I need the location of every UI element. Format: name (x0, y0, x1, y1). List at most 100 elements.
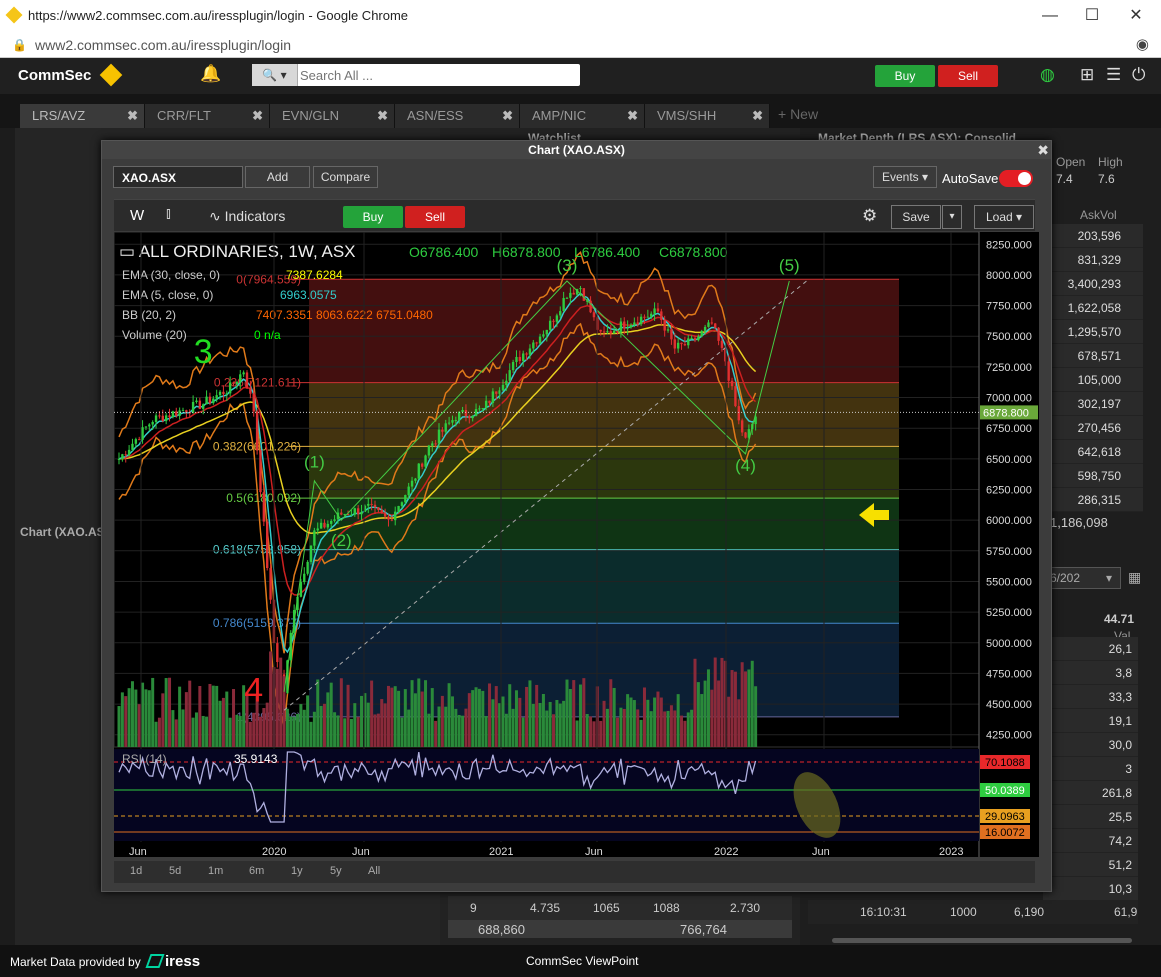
range-6m[interactable]: 6m (249, 865, 264, 877)
minimize-icon[interactable]: — (1030, 4, 1070, 28)
val-cell: 51,2 (1043, 853, 1138, 877)
cell: 1000 (950, 905, 977, 919)
url-text[interactable]: www2.commsec.com.au/iressplugin/login (35, 37, 291, 53)
candle (666, 329, 670, 331)
tab-amp-nic[interactable]: AMP/NIC ✖ (520, 104, 645, 128)
symbol-input[interactable]: XAO.ASX (113, 166, 243, 188)
autosave-toggle[interactable] (999, 170, 1033, 187)
range-1d[interactable]: 1d (130, 865, 142, 877)
volume-bar (619, 707, 623, 747)
y-tick-label: 6750.000 (986, 423, 1032, 435)
close-tab-icon[interactable]: ✖ (127, 108, 138, 124)
add-icon[interactable]: ⊞ (1080, 65, 1094, 85)
indicators-button[interactable]: ∿ Indicators (209, 208, 285, 225)
buy-button[interactable]: Buy (875, 65, 935, 87)
search-input[interactable] (300, 66, 576, 84)
candle (548, 320, 552, 330)
volume-bar (521, 717, 525, 747)
candle (154, 415, 158, 422)
volume-bar (258, 716, 262, 747)
val-cell: 25,5 (1043, 805, 1138, 829)
range-5y[interactable]: 5y (330, 865, 342, 877)
price-chart[interactable]: 0(7964.559)0.236(7121.611)0.382(6601.226… (114, 232, 1039, 857)
eye-icon[interactable]: ◉ (1136, 35, 1149, 53)
candle (360, 511, 363, 515)
events-dropdown[interactable]: Events ▾ (873, 166, 937, 188)
date-field[interactable]: 6/202 ▾ (1043, 567, 1121, 589)
candle (700, 330, 703, 337)
maximize-icon[interactable]: ☐ (1072, 4, 1112, 28)
volume-bar (602, 700, 606, 747)
tab-evn-gln[interactable]: EVN/GLN ✖ (270, 104, 395, 128)
chart-sell-button[interactable]: Sell (405, 206, 465, 228)
candle (191, 402, 195, 413)
volume-bar (666, 710, 670, 747)
new-tab-button[interactable]: + New (778, 106, 818, 122)
candle (158, 415, 161, 417)
add-button[interactable]: Add (245, 166, 310, 188)
close-tab-icon[interactable]: ✖ (752, 108, 763, 124)
tab-asn-ess[interactable]: ASN/ESS ✖ (395, 104, 520, 128)
address-bar[interactable]: 🔒 www2.commsec.com.au/iressplugin/login … (0, 32, 1161, 58)
candle (683, 344, 687, 346)
volume-bar (552, 714, 556, 747)
candlestick-icon[interactable]: ⫾ (166, 205, 171, 222)
open-label: Open (1056, 155, 1086, 169)
tab-lrs-avz[interactable]: LRS/AVZ ✖ (20, 104, 145, 128)
horizontal-scrollbar[interactable] (832, 938, 1132, 943)
close-tab-icon[interactable]: ✖ (502, 108, 513, 124)
val-cell: 33,3 (1043, 685, 1138, 709)
volume-bar (194, 712, 198, 747)
volume-bar (562, 700, 566, 747)
sell-button[interactable]: Sell (938, 65, 998, 87)
compare-button[interactable]: Compare (313, 166, 378, 188)
val-cell: 26,1 (1043, 637, 1138, 661)
askvol-cell: 1,622,058 (1043, 296, 1143, 320)
range-all[interactable]: All (368, 865, 380, 877)
gear-icon[interactable]: ⚙ (862, 206, 877, 226)
candle (707, 322, 710, 327)
close-tab-icon[interactable]: ✖ (252, 108, 263, 124)
save-dropdown-icon[interactable]: ▾ (942, 205, 962, 229)
candle (141, 427, 144, 440)
commsec-logo[interactable]: CommSec (18, 67, 91, 84)
volume-bar (582, 678, 586, 747)
wave-label: 3 (194, 333, 213, 371)
calendar-icon[interactable]: ▦ (1128, 569, 1141, 586)
candle (663, 319, 666, 331)
range-1m[interactable]: 1m (208, 865, 223, 877)
candle (518, 356, 522, 361)
power-icon[interactable]: ⏻ (1132, 65, 1145, 85)
watchlist-row[interactable]: 9 4.735 1065 1088 2.730 (448, 896, 792, 920)
close-tab-icon[interactable]: ✖ (377, 108, 388, 124)
close-tab-icon[interactable]: ✖ (627, 108, 638, 124)
candle (434, 443, 437, 445)
search-icon[interactable]: 🔍 ▾ (252, 64, 298, 86)
volume-bar (592, 721, 596, 747)
volume-bar (636, 709, 640, 747)
bell-icon[interactable]: 🔔 (200, 64, 221, 84)
tab-vms-shh[interactable]: VMS/SHH ✖ (645, 104, 770, 128)
volume-bar (511, 708, 515, 747)
save-button[interactable]: Save (891, 205, 941, 229)
volume-bar (120, 692, 124, 747)
menu-icon[interactable]: ☰ (1106, 65, 1121, 85)
candle (737, 406, 740, 421)
tab-label: VMS/SHH (657, 108, 717, 123)
volume-bar (397, 690, 401, 747)
close-icon[interactable]: ✖ (1037, 142, 1049, 159)
lock-icon[interactable]: 🔒 (12, 38, 27, 52)
volume-bar (525, 686, 529, 747)
range-5d[interactable]: 5d (169, 865, 181, 877)
volume-bar (508, 684, 512, 747)
volume-bar (356, 716, 360, 747)
close-icon[interactable]: ✕ (1116, 4, 1156, 28)
period-selector[interactable]: W (130, 207, 144, 224)
candle (717, 327, 720, 341)
lightbulb-icon[interactable]: ◍ (1040, 65, 1055, 85)
chart-buy-button[interactable]: Buy (343, 206, 403, 228)
load-button[interactable]: Load ▾ (974, 205, 1034, 229)
tab-crr-flt[interactable]: CRR/FLT ✖ (145, 104, 270, 128)
range-1y[interactable]: 1y (291, 865, 303, 877)
chart-window-title[interactable]: Chart (XAO.ASX) (102, 141, 1051, 159)
